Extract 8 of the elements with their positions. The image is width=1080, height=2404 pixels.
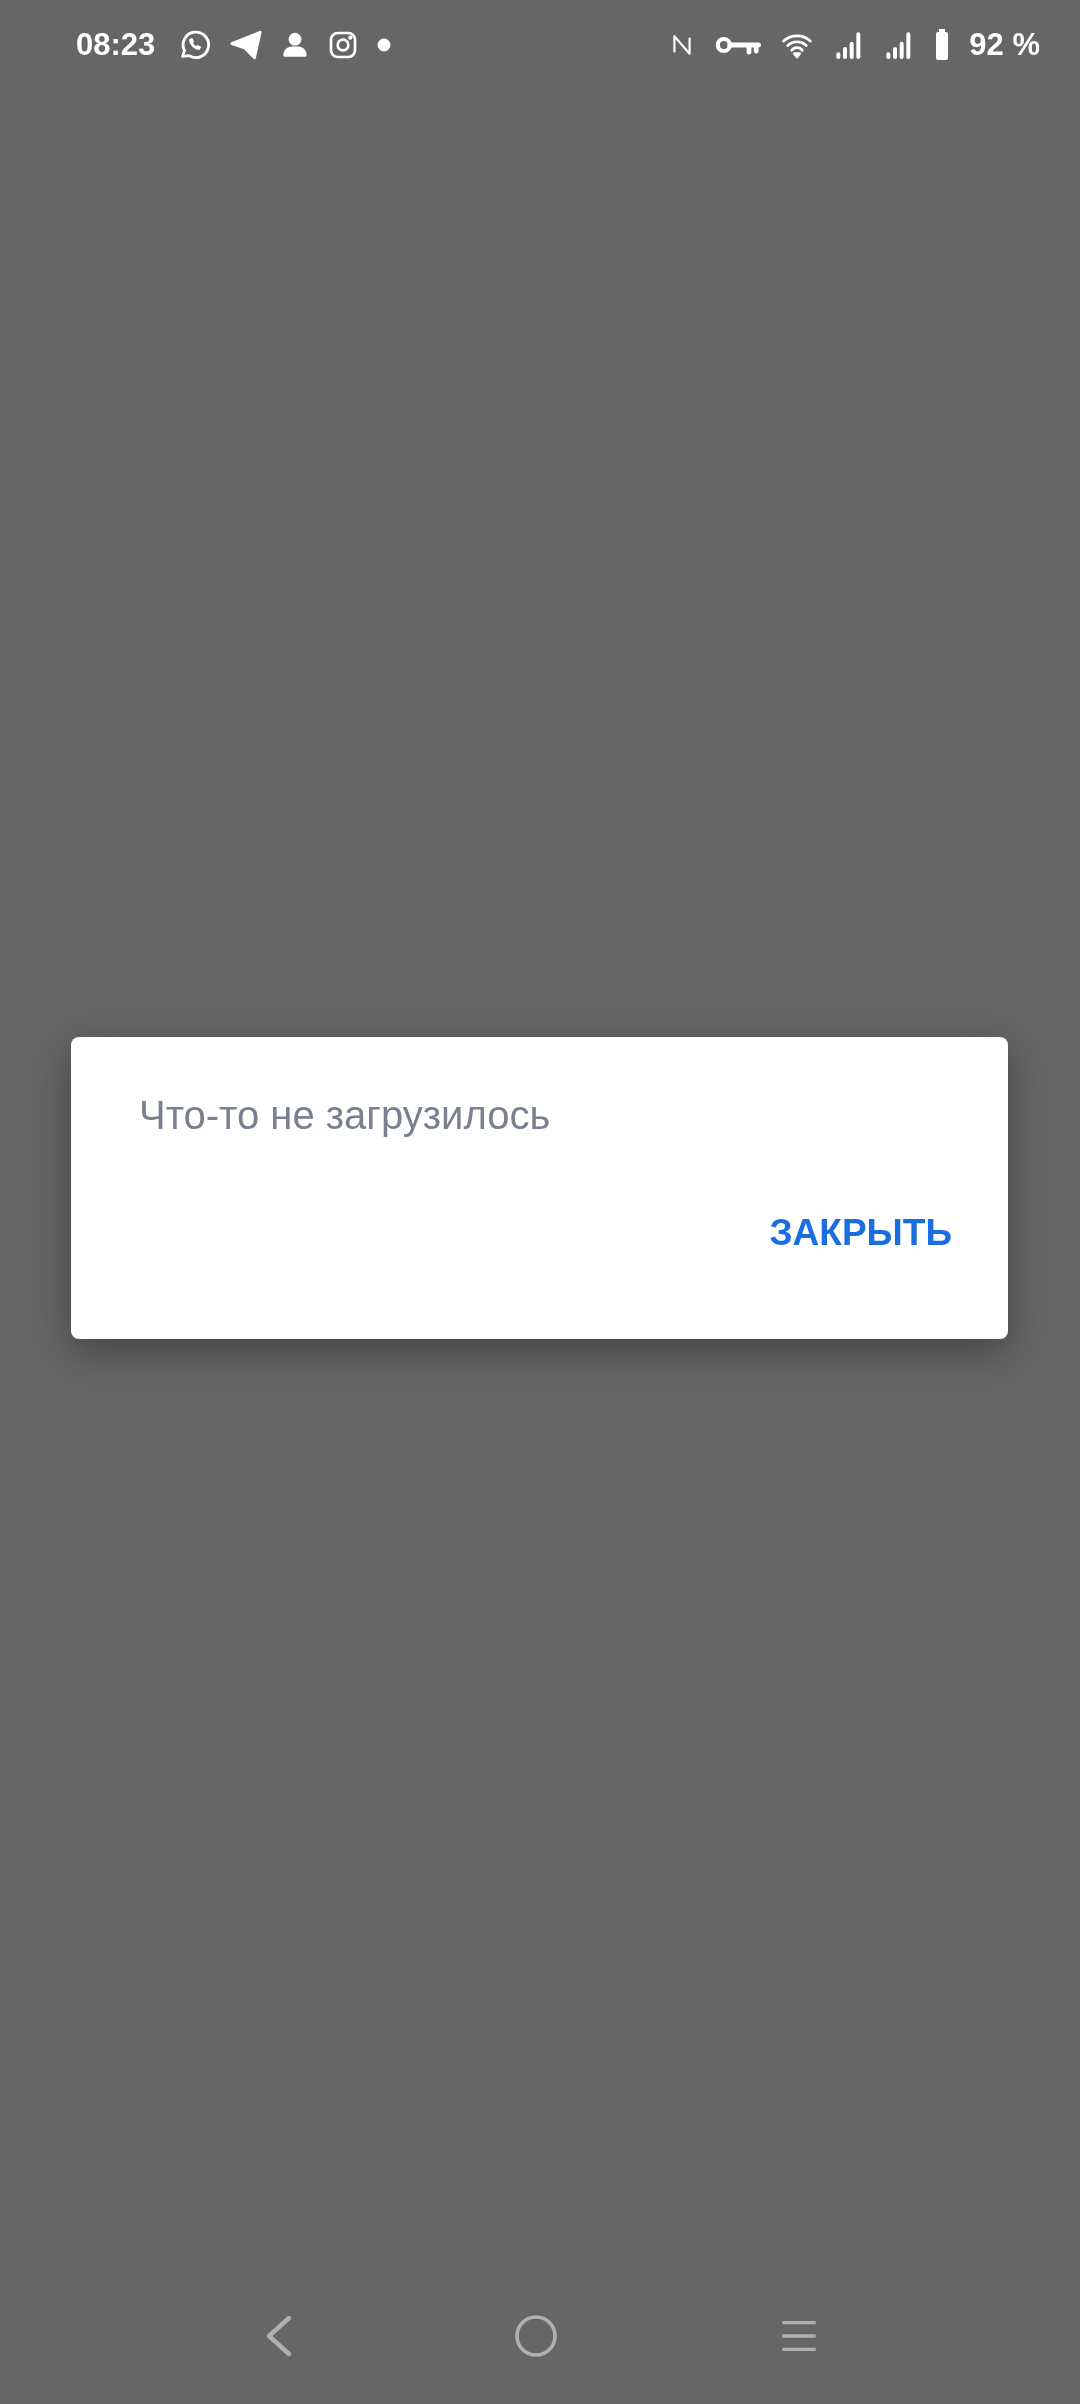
person-icon [281, 31, 310, 59]
close-button[interactable]: ЗАКРЫТЬ [761, 1206, 960, 1260]
battery-percentage: 92 % [969, 27, 1040, 63]
home-icon[interactable] [512, 2312, 560, 2360]
dialog-message: Что-то не загрузилось [139, 1093, 551, 1138]
clock: 08:23 [76, 27, 156, 63]
send-icon [229, 28, 264, 62]
dot-icon [377, 38, 392, 52]
